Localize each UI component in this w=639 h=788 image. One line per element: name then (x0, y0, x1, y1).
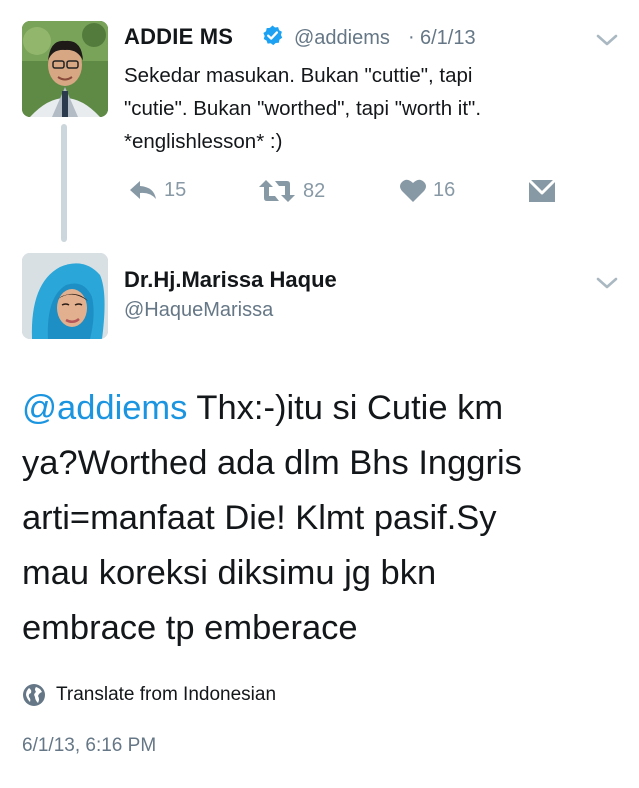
tweet-text-line: Sekedar masukan. Bukan "cuttie", tapi (124, 64, 473, 87)
avatar-addie[interactable] (22, 21, 108, 117)
author-name[interactable]: ADDIE MS (124, 24, 233, 50)
tweet-text: Sekedar masukan. Bukan "cuttie", tapi "c… (124, 59, 614, 158)
retweet-count: 82 (303, 179, 326, 202)
tweet-timestamp: 6/1/13, 6:16 PM (22, 735, 157, 756)
mention-link[interactable]: @addiems (22, 389, 187, 427)
direct-message-icon (527, 178, 557, 202)
avatar-marissa[interactable] (22, 253, 108, 339)
direct-message-button[interactable] (527, 178, 557, 204)
verified-badge-icon (261, 24, 284, 47)
author-handle[interactable]: @addiems (294, 27, 390, 50)
tweet-text-line: mau koreksi diksimu jg bkn (22, 554, 437, 592)
reply-button[interactable]: 15 (128, 178, 186, 202)
translate-link[interactable]: Translate from Indonesian (22, 683, 276, 707)
chevron-down-icon[interactable] (596, 33, 618, 47)
thread-connector-line (61, 124, 67, 242)
like-count: 16 (433, 179, 456, 201)
chevron-down-icon[interactable] (596, 276, 618, 290)
author-handle[interactable]: @HaqueMarissa (124, 299, 273, 322)
tweet-text-line: embrace tp emberace (22, 609, 358, 647)
retweet-button[interactable]: 82 (257, 178, 325, 204)
reply-tweet-text: @addiems Thx:-)itu si Cutie km ya?Worthe… (22, 381, 622, 656)
heart-icon (400, 179, 426, 202)
reply-icon (130, 181, 156, 199)
translate-label[interactable]: Translate from Indonesian (56, 684, 276, 706)
tweet-text-line: ya?Worthed ada dlm Bhs Inggris (22, 444, 522, 482)
like-button[interactable]: 16 (399, 178, 455, 203)
tweet-text-fragment: Thx:-)itu si Cutie km (187, 389, 504, 427)
tweet-text-line: arti=manfaat Die! Klmt pasif.Sy (22, 499, 497, 537)
retweet-icon (259, 180, 295, 202)
author-name[interactable]: Dr.Hj.Marissa Haque (124, 267, 337, 293)
tweet-text-line: @addiems Thx:-)itu si Cutie km (22, 381, 622, 436)
tweet-date[interactable]: 6/1/13 (420, 27, 476, 50)
reply-count: 15 (164, 178, 187, 201)
separator-dot: · (408, 26, 415, 48)
tweet-text-line: *englishlesson* :) (124, 130, 283, 153)
globe-icon (23, 684, 45, 706)
tweet-text-line: "cutie". Bukan "worthed", tapi "worth it… (124, 97, 482, 120)
